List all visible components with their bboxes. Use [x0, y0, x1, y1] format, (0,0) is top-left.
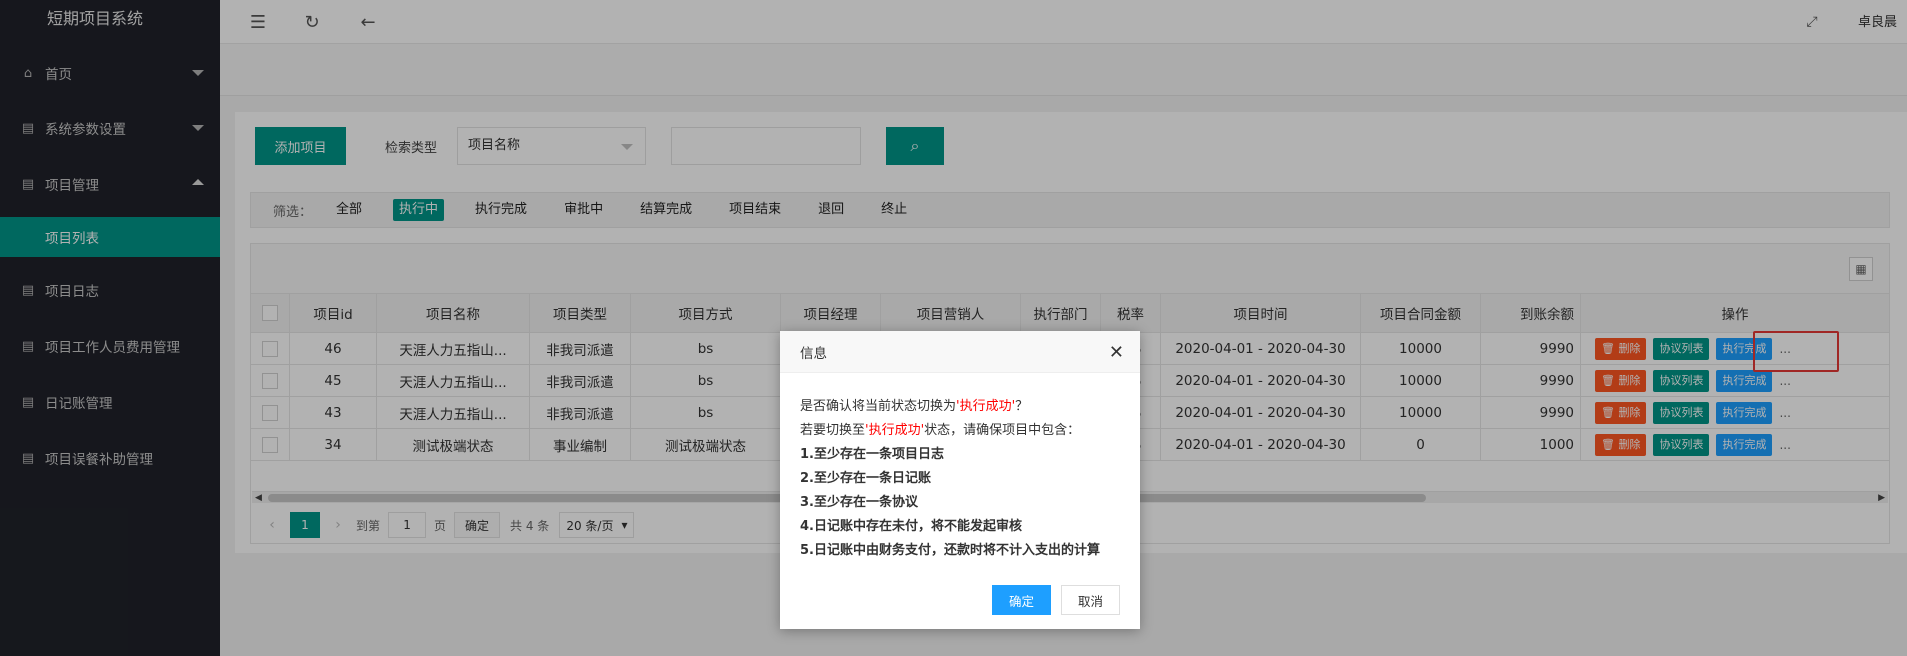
dialog-header: 信息 [780, 331, 1140, 373]
requirement-item: 1.至少存在一条项目日志 [800, 447, 944, 462]
requirement-item: 4.日记账中存在未付，将不能发起审核 [800, 519, 1022, 534]
dialog-line-1-pre: 是否确认将当前状态切换为 [800, 399, 957, 414]
dialog-cancel-button[interactable]: 取消 [1061, 585, 1120, 615]
dialog-line-2-pre: 若要切换至 [800, 423, 866, 438]
requirement-item: 2.至少存在一条日记账 [800, 471, 931, 486]
dialog-line-2-post: 状态，请确保项目中包含： [924, 423, 1081, 438]
dialog-line-2: 若要切换至'执行成功'状态，请确保项目中包含： [800, 419, 1130, 443]
confirm-dialog: 信息 ✕ 是否确认将当前状态切换为'执行成功'？ 若要切换至'执行成功'状态，请… [780, 331, 1140, 629]
requirement-item: 5.日记账中由财务支付，还款时将不计入支出的计算 [800, 543, 1100, 558]
close-icon[interactable]: ✕ [1109, 342, 1124, 363]
requirement-item: 3.至少存在一条协议 [800, 495, 918, 510]
dialog-line-1: 是否确认将当前状态切换为'执行成功'？ [800, 395, 1130, 419]
dialog-ok-button[interactable]: 确定 [992, 585, 1051, 615]
dialog-body: 是否确认将当前状态切换为'执行成功'？ 若要切换至'执行成功'状态，请确保项目中… [800, 395, 1130, 563]
dialog-line-1-post: ？ [1015, 399, 1029, 414]
dialog-status-text: '执行成功' [956, 399, 1016, 414]
dialog-title: 信息 [800, 345, 827, 362]
dialog-status-text: '执行成功' [865, 423, 925, 438]
